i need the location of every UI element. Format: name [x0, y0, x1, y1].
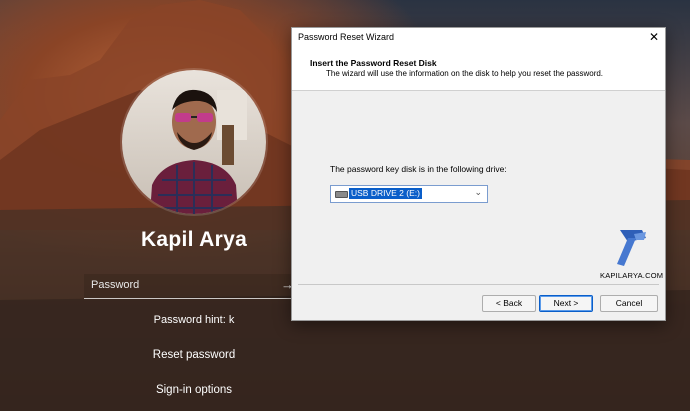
- next-button[interactable]: Next >: [539, 295, 593, 312]
- drive-select[interactable]: USB DRIVE 2 (E:) ⌄: [330, 185, 488, 203]
- password-input[interactable]: Password →: [84, 274, 298, 299]
- selected-drive: USB DRIVE 2 (E:): [349, 188, 422, 199]
- drive-prompt: The password key disk is in the followin…: [330, 164, 507, 174]
- wizard-heading: Insert the Password Reset Disk: [310, 58, 437, 68]
- dialog-titlebar[interactable]: Password Reset Wizard ✕: [292, 28, 665, 48]
- back-button[interactable]: < Back: [482, 295, 536, 312]
- chevron-down-icon[interactable]: ⌄: [474, 187, 482, 198]
- username: Kapil Arya: [140, 228, 248, 251]
- close-icon[interactable]: ✕: [649, 30, 659, 44]
- usb-drive-icon: [335, 191, 348, 198]
- dialog-title: Password Reset Wizard: [298, 32, 395, 42]
- kapilarya-logo: KAPILARYA.COM: [600, 224, 664, 286]
- signin-options-link[interactable]: Sign-in options: [100, 384, 288, 396]
- password-placeholder: Password: [91, 279, 140, 291]
- user-avatar: [122, 70, 266, 214]
- password-reset-wizard-dialog: Password Reset Wizard ✕ Insert the Passw…: [291, 27, 666, 321]
- wizard-header: Insert the Password Reset Disk The wizar…: [292, 48, 665, 91]
- cancel-button[interactable]: Cancel: [600, 295, 658, 312]
- reset-password-link[interactable]: Reset password: [100, 349, 288, 361]
- wizard-subheading: The wizard will use the information on t…: [326, 69, 604, 78]
- logo-text: KAPILARYA.COM: [600, 271, 664, 280]
- footer-divider: [298, 284, 659, 285]
- hammer-logo-icon: [617, 230, 646, 266]
- password-hint: Password hint: k: [153, 314, 235, 326]
